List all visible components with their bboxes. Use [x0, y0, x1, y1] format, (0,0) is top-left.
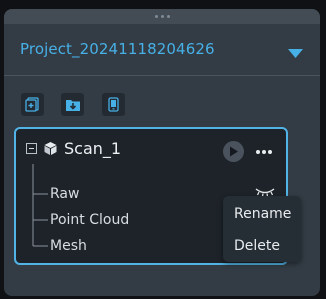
play-button[interactable]	[223, 141, 244, 162]
menu-item-rename[interactable]: Rename	[223, 199, 301, 229]
panel-drag-handle[interactable]	[4, 9, 320, 24]
more-options-button[interactable]	[254, 147, 274, 157]
more-dot	[268, 150, 272, 154]
device-icon	[108, 97, 119, 112]
play-icon	[230, 146, 238, 157]
import-folder-button[interactable]	[61, 93, 84, 116]
project-selector[interactable]: Project_20241118204626	[4, 24, 320, 76]
more-dot	[256, 150, 260, 154]
more-dot	[262, 150, 266, 154]
project-name: Project_20241118204626	[20, 40, 215, 58]
add-project-button[interactable]	[21, 93, 44, 116]
scan-header[interactable]: Scan_1	[16, 129, 286, 162]
caret-down-icon[interactable]	[288, 44, 303, 63]
tree-item-point-cloud[interactable]: Point Cloud	[50, 212, 129, 228]
device-button[interactable]	[102, 93, 125, 116]
add-project-icon	[25, 97, 39, 112]
import-folder-icon	[66, 100, 80, 111]
handle-dot	[160, 15, 164, 18]
scan-title: Scan_1	[64, 139, 122, 158]
tree-item-mesh[interactable]: Mesh	[50, 238, 87, 254]
cube-icon	[43, 141, 58, 160]
handle-dot	[154, 15, 158, 18]
tree-item-raw[interactable]: Raw	[50, 186, 79, 202]
menu-item-delete[interactable]: Delete	[223, 231, 301, 261]
context-menu: Rename Delete	[223, 196, 301, 262]
handle-dot	[166, 15, 170, 18]
collapse-icon[interactable]	[26, 143, 37, 154]
